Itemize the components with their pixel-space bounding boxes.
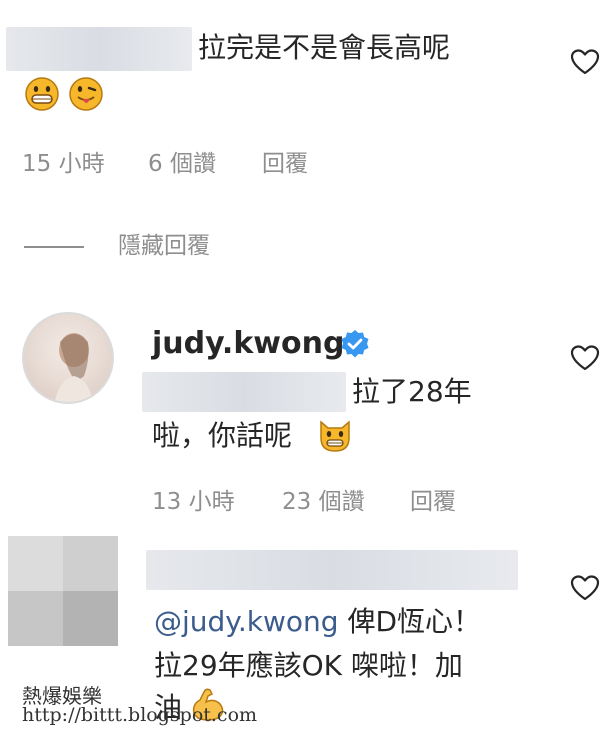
replies-divider bbox=[24, 246, 84, 248]
reply-button[interactable]: 回覆 bbox=[410, 488, 456, 516]
hide-replies-button[interactable]: 隱藏回覆 bbox=[118, 232, 210, 260]
comment-text: 拉了28年 bbox=[352, 375, 472, 408]
comment-text-rest: 俾D恆心！ bbox=[338, 605, 482, 638]
comment-time: 13 小時 bbox=[152, 489, 235, 515]
avatar-photo bbox=[54, 333, 94, 402]
comment-text: 啦，你話呢 bbox=[152, 419, 293, 452]
reply-button[interactable]: 回覆 bbox=[262, 150, 308, 178]
comment-text: @judy.kwong 俾D恆心！ bbox=[154, 604, 481, 640]
blurred-avatar bbox=[8, 536, 118, 646]
username[interactable]: judy.kwong bbox=[152, 326, 344, 362]
blurred-username bbox=[6, 27, 192, 71]
tongue-face-icon bbox=[69, 77, 103, 111]
grinning-cat-icon bbox=[320, 420, 350, 452]
blurred-mention bbox=[142, 372, 346, 412]
watermark-url: http://bittt.blogspot.com bbox=[22, 704, 258, 726]
verified-badge-icon bbox=[341, 330, 369, 358]
comment-text: 拉29年應該OK 㗎啦！加 bbox=[154, 649, 463, 682]
comment-text: 拉完是不是會長高呢 bbox=[198, 31, 451, 64]
blurred-username bbox=[146, 550, 518, 590]
like-heart-icon[interactable] bbox=[570, 574, 600, 602]
likes-count[interactable]: 23 個讚 bbox=[282, 488, 365, 516]
like-heart-icon[interactable] bbox=[570, 344, 600, 372]
grinning-face-icon bbox=[25, 77, 59, 111]
like-heart-icon[interactable] bbox=[570, 48, 600, 76]
likes-count[interactable]: 6 個讚 bbox=[148, 150, 216, 178]
mention-link[interactable]: @judy.kwong bbox=[154, 605, 339, 638]
avatar[interactable] bbox=[22, 312, 114, 404]
comment-time: 15 小時 bbox=[22, 151, 105, 177]
